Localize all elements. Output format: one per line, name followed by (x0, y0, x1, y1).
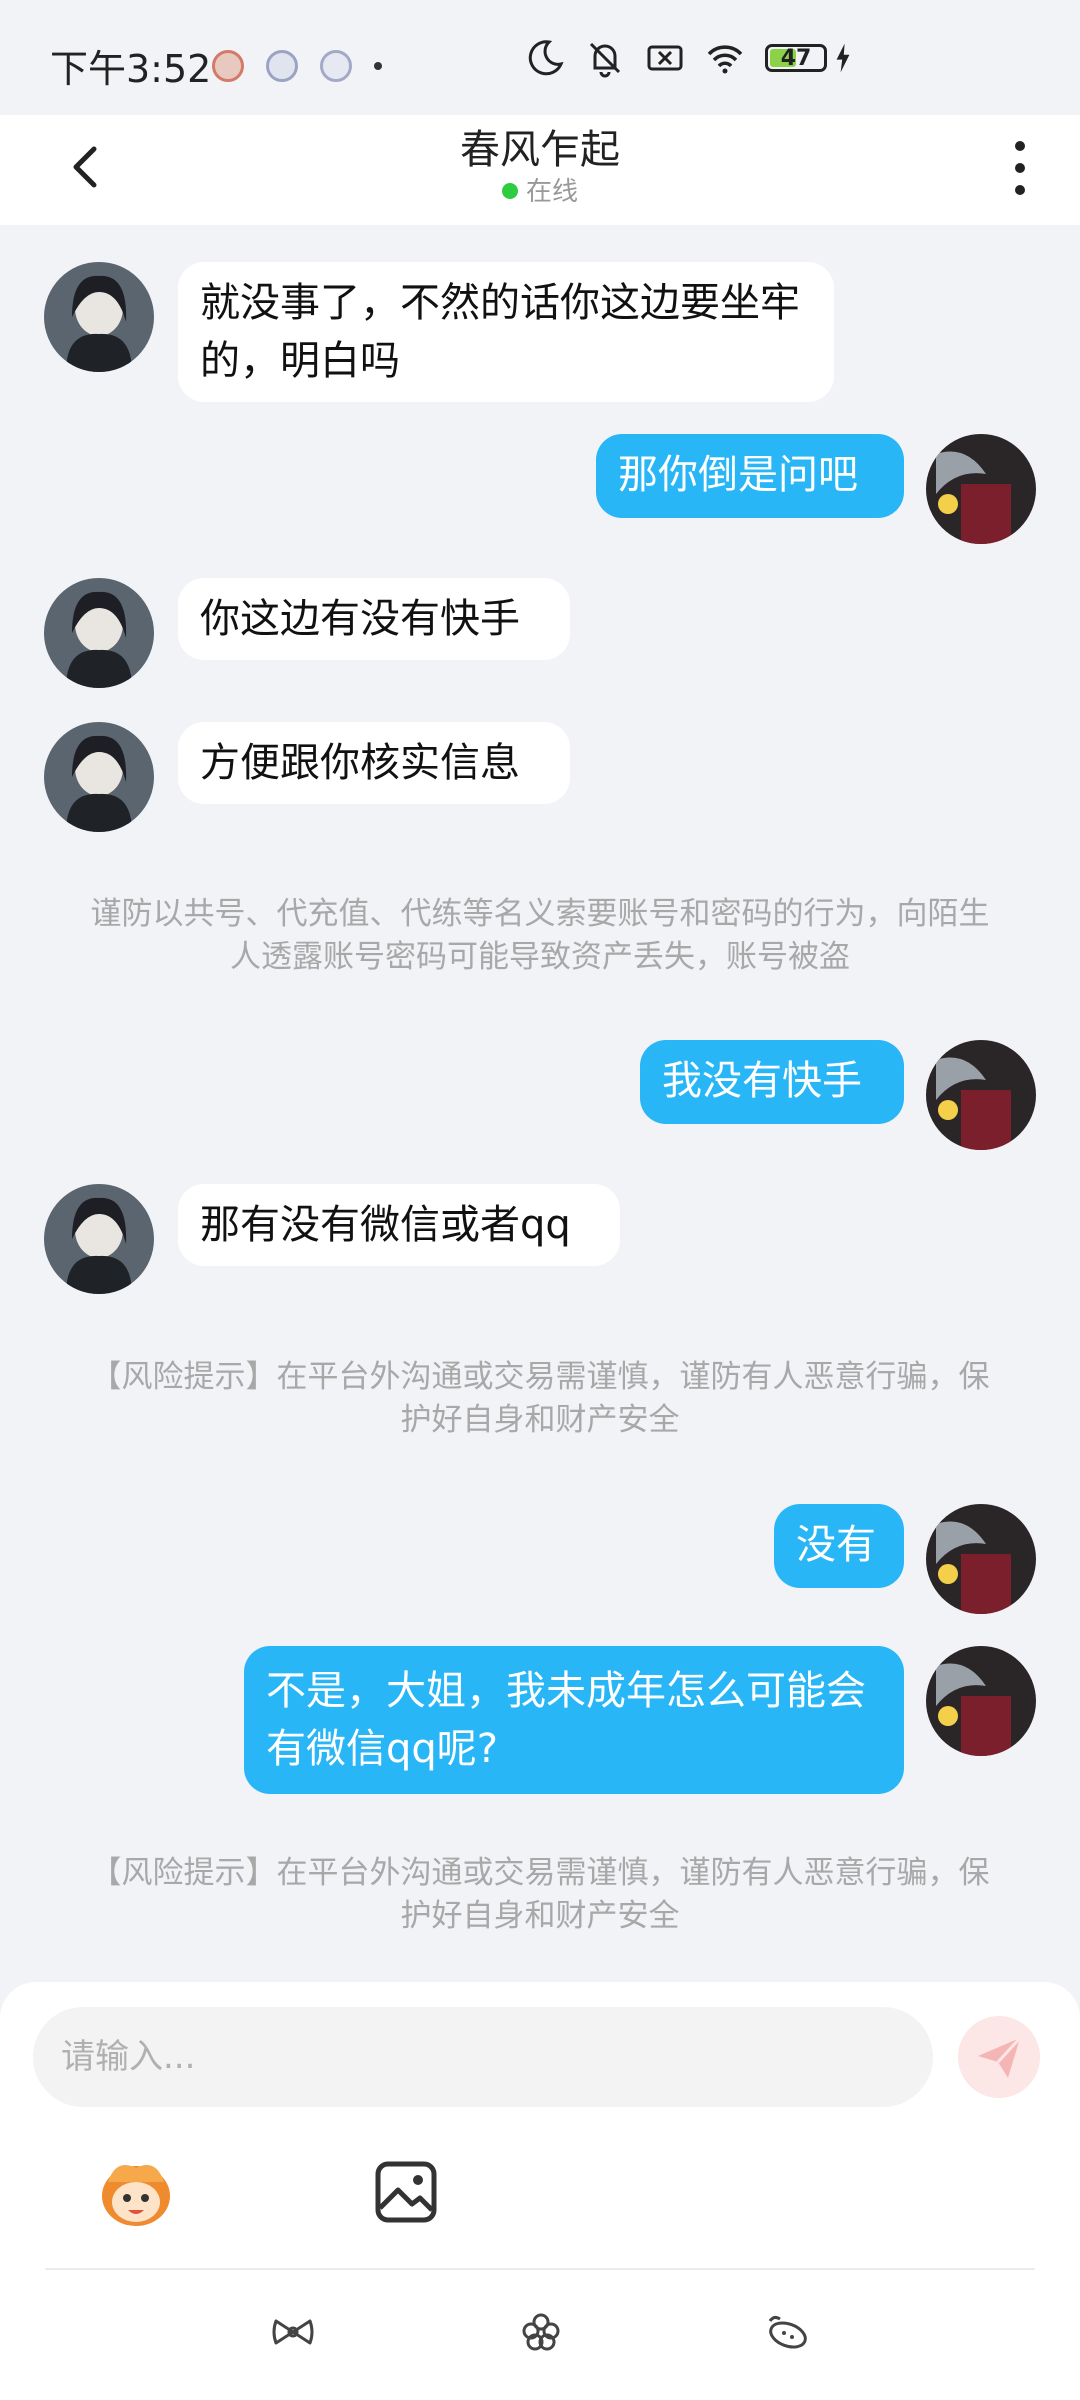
system-icons: 47 (525, 38, 851, 78)
my-avatar[interactable] (926, 434, 1036, 544)
send-button[interactable] (958, 2016, 1040, 2098)
message-outgoing: 没有 (774, 1504, 1036, 1614)
message-bubble[interactable]: 那你倒是问吧 (596, 434, 904, 518)
message-bubble[interactable]: 我没有快手 (640, 1040, 904, 1124)
message-incoming: 方便跟你核实信息 (44, 722, 570, 832)
message-bubble[interactable]: 就没事了，不然的话你这边要坐牢的，明白吗 (178, 262, 834, 402)
contact-avatar[interactable] (44, 722, 154, 832)
app-notification-icon (266, 50, 298, 82)
message-incoming: 那有没有微信或者qq (44, 1184, 620, 1294)
message-outgoing: 我没有快手 (640, 1040, 1036, 1150)
message-bubble[interactable]: 不是，大姐，我未成年怎么可能会有微信qq呢? (244, 1646, 904, 1794)
my-avatar[interactable] (926, 1040, 1036, 1150)
flower-icon[interactable] (516, 2307, 566, 2357)
battery-indicator: 47 (765, 44, 827, 72)
my-avatar[interactable] (926, 1504, 1036, 1614)
message-bubble[interactable]: 方便跟你核实信息 (178, 722, 570, 804)
composer-panel (0, 1982, 1080, 2400)
moon-icon (528, 40, 564, 76)
security-notice: 谨防以共号、代充值、代练等名义索要账号和密码的行为，向陌生人透露账号密码可能导致… (90, 896, 990, 975)
app-notification-icon (212, 50, 244, 82)
status-time: 下午3:52 (50, 47, 212, 91)
app-notification-icon (320, 50, 352, 82)
image-picker-icon[interactable] (366, 2152, 446, 2232)
message-incoming: 就没事了，不然的话你这边要坐牢的，明白吗 (44, 262, 834, 402)
more-notifications-dot-icon (374, 62, 382, 70)
status-bar: 下午3:52 47 (0, 0, 1080, 115)
online-status-label: 在线 (525, 177, 578, 207)
message-bubble[interactable]: 没有 (774, 1504, 904, 1588)
message-bubble[interactable]: 你这边有没有快手 (178, 578, 570, 660)
online-dot-icon (501, 182, 518, 199)
notification-icons (212, 50, 382, 82)
risk-notice: 【风险提示】在平台外沟通或交易需谨慎，谨防有人恶意行骗，保护好自身和财产安全 (90, 1359, 990, 1438)
contact-avatar[interactable] (44, 578, 154, 688)
chat-title: 春风乍起 (460, 127, 620, 173)
contact-avatar[interactable] (44, 262, 154, 372)
risk-notice: 【风险提示】在平台外沟通或交易需谨慎，谨防有人恶意行骗，保护好自身和财产安全 (90, 1855, 990, 1934)
charging-icon (836, 43, 850, 73)
message-outgoing: 那你倒是问吧 (596, 434, 1036, 544)
battery-level: 47 (780, 45, 812, 71)
online-status: 在线 (0, 171, 1080, 208)
wifi-icon (707, 45, 743, 74)
message-bubble[interactable]: 那有没有微信或者qq (178, 1184, 620, 1266)
bow-tie-icon[interactable] (268, 2307, 318, 2357)
more-options-icon[interactable] (1000, 133, 1040, 203)
message-outgoing: 不是，大姐，我未成年怎么可能会有微信qq呢? (244, 1646, 1036, 1794)
my-avatar[interactable] (926, 1646, 1036, 1756)
chat-header: 春风乍起 在线 (0, 115, 1080, 225)
contact-avatar[interactable] (44, 1184, 154, 1294)
emoji-sticker-icon[interactable] (96, 2152, 176, 2232)
message-input[interactable] (33, 2007, 933, 2107)
message-incoming: 你这边有没有快手 (44, 578, 570, 688)
sweet-potato-icon[interactable] (762, 2307, 812, 2357)
divider (45, 2268, 1035, 2270)
mute-bell-icon (589, 42, 621, 78)
no-sim-icon (647, 45, 683, 71)
